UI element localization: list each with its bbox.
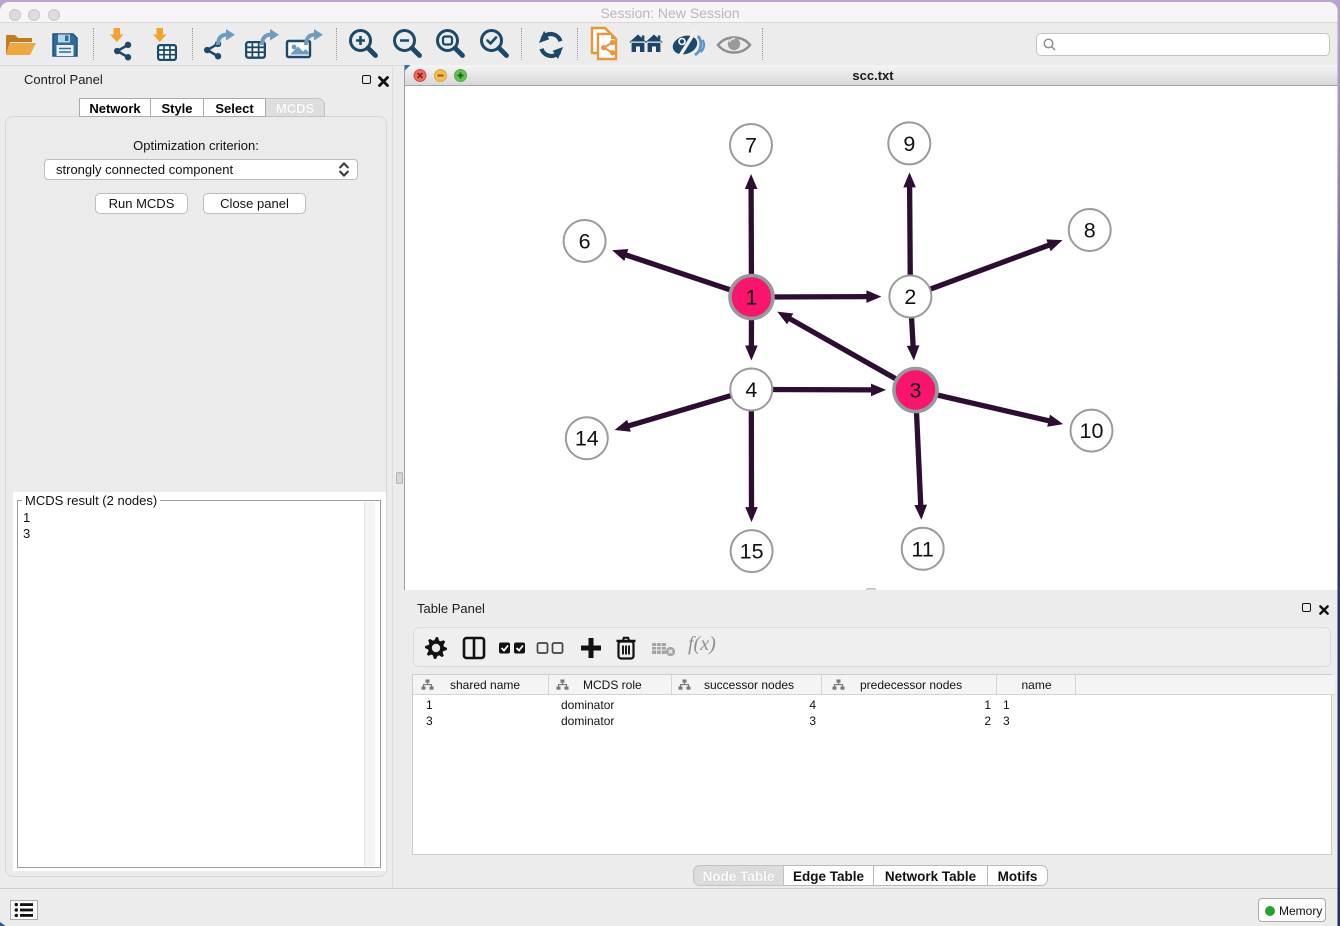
svg-text:1: 1 bbox=[746, 286, 758, 310]
svg-text:9: 9 bbox=[903, 132, 915, 156]
svg-text:3: 3 bbox=[910, 379, 922, 403]
svg-text:8: 8 bbox=[1084, 219, 1096, 243]
svg-text:2: 2 bbox=[904, 285, 916, 309]
svg-text:4: 4 bbox=[745, 378, 757, 402]
svg-text:7: 7 bbox=[745, 134, 757, 158]
svg-text:6: 6 bbox=[579, 230, 591, 254]
svg-text:15: 15 bbox=[740, 540, 764, 564]
svg-text:10: 10 bbox=[1080, 419, 1104, 443]
svg-text:14: 14 bbox=[575, 427, 599, 451]
svg-text:11: 11 bbox=[912, 537, 934, 561]
